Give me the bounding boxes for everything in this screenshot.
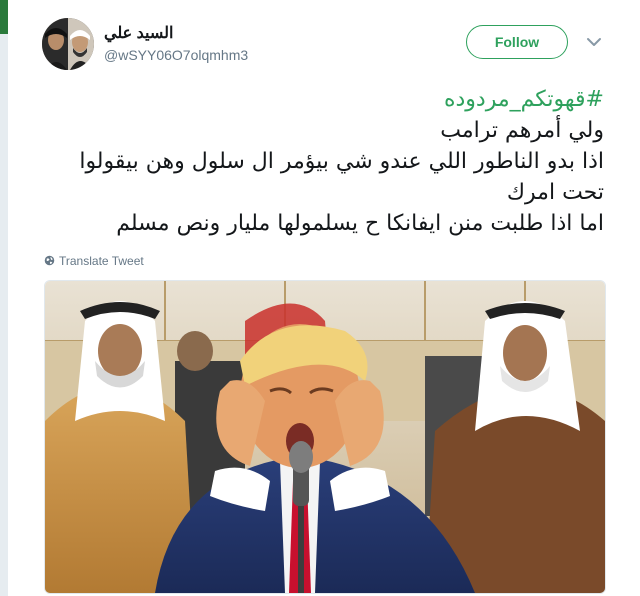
tweet-line: تحت امرك xyxy=(506,180,604,205)
tweet-line: اذا بدو الناطور اللي عندو شي بيؤمر ال سل… xyxy=(79,149,604,174)
hashtag-link[interactable]: #قهوتكم_مردوده xyxy=(48,84,604,115)
translate-tweet-label: Translate Tweet xyxy=(59,254,144,268)
tweet-photo[interactable] xyxy=(44,280,606,594)
chevron-down-icon[interactable] xyxy=(586,36,602,48)
tweet-line: اما اذا طلبت منن ايفانكا ح يسلمولها مليا… xyxy=(116,211,604,236)
username[interactable]: @wSYY06O7olqmhm3 xyxy=(104,47,248,63)
display-name[interactable]: السيد علي xyxy=(104,23,173,43)
translate-tweet-link[interactable]: Translate Tweet xyxy=(44,254,144,268)
tweet-card: السيد علي @wSYY06O7olqmhm3 Follow #قهوتك… xyxy=(28,0,628,596)
avatar[interactable] xyxy=(42,18,94,70)
follow-button[interactable]: Follow xyxy=(466,25,568,59)
tweet-text: #قهوتكم_مردوده ولي أمرهم ترامب اذا بدو ا… xyxy=(48,84,604,239)
left-edge-accent xyxy=(0,0,8,34)
left-edge-strip xyxy=(0,0,8,596)
tweet-line: ولي أمرهم ترامب xyxy=(440,118,604,143)
globe-icon xyxy=(44,255,55,266)
